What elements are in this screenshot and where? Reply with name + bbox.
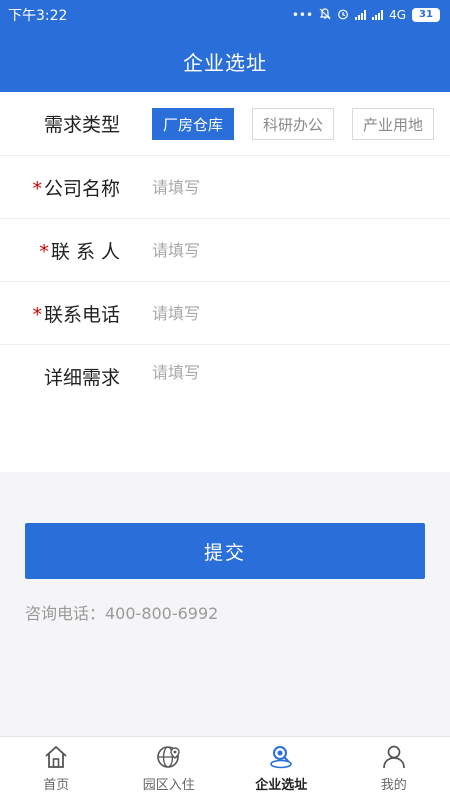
status-time: 下午3:22 (8, 8, 68, 24)
signal-icon (355, 10, 367, 20)
demand-type-options: 厂房仓库 科研办公 产业用地 (152, 108, 435, 140)
type-option-factory-warehouse[interactable]: 厂房仓库 (152, 108, 235, 140)
company-name-input[interactable] (152, 156, 432, 218)
required-mark: * (32, 303, 42, 326)
detail-demand-row: 详细需求 (0, 345, 450, 471)
required-mark: * (39, 240, 49, 263)
globe-pin-icon (156, 746, 180, 768)
page-title: 企业选址 (183, 50, 267, 75)
contact-phone-label-text: 联系电话 (43, 303, 120, 326)
company-name-label-text: 公司名称 (43, 177, 120, 200)
contact-person-input[interactable] (152, 219, 432, 281)
detail-demand-label: 详细需求 (43, 367, 120, 389)
user-icon (382, 745, 405, 769)
tab-park-entry[interactable]: 园区入住 (113, 737, 226, 800)
contact-phone-label: * 联系电话 (0, 300, 120, 327)
tab-home[interactable]: 首页 (0, 737, 113, 800)
tab-mine-label: 我的 (380, 778, 407, 793)
company-name-label: * 公司名称 (0, 174, 120, 201)
alarm-icon (337, 8, 349, 23)
contact-person-label-text: 联 系 人 (50, 240, 120, 263)
home-icon (45, 746, 67, 768)
status-icons: ••• 4G 31 (291, 7, 440, 23)
status-bar: 下午3:22 ••• 4G 31 (0, 0, 450, 30)
demand-type-label: 需求类型 (43, 114, 120, 136)
submit-button[interactable]: 提交 (25, 523, 425, 579)
tab-mine[interactable]: 我的 (338, 737, 450, 800)
consult-phone-text: 咨询电话：400-800-6992 (25, 604, 219, 623)
location-search-icon (270, 746, 293, 769)
top-bar: 下午3:22 ••• 4G 31 企业选址 (0, 0, 450, 92)
detail-demand-textarea[interactable] (152, 359, 432, 459)
tab-site-selection-label: 企业选址 (255, 778, 308, 793)
tab-park-entry-label: 园区入住 (142, 778, 195, 793)
contact-person-row: * 联 系 人 (0, 219, 450, 282)
network-type: 4G (389, 8, 406, 22)
more-dots-icon: ••• (291, 8, 314, 22)
bottom-tab-bar: 首页 园区入住 企业选址 我的 (0, 736, 450, 800)
type-option-research-office[interactable]: 科研办公 (252, 108, 335, 140)
tab-site-selection[interactable]: 企业选址 (225, 737, 338, 800)
required-mark: * (32, 177, 42, 200)
battery-icon: 31 (412, 8, 440, 22)
demand-type-row: 需求类型 厂房仓库 科研办公 产业用地 (0, 92, 450, 156)
battery-level: 31 (419, 9, 433, 20)
site-selection-form: 需求类型 厂房仓库 科研办公 产业用地 *公司名称 *联 系 人 *联系电话 详… (0, 92, 450, 472)
type-option-industrial-land[interactable]: 产业用地 (352, 108, 435, 140)
tab-home-label: 首页 (43, 778, 70, 793)
signal-hd-icon (372, 10, 384, 20)
contact-person-label: * 联 系 人 (0, 237, 120, 264)
contact-phone-row: * 联系电话 (0, 282, 450, 345)
contact-phone-input[interactable] (152, 282, 432, 344)
mute-bell-icon (319, 7, 331, 23)
company-name-row: * 公司名称 (0, 156, 450, 219)
